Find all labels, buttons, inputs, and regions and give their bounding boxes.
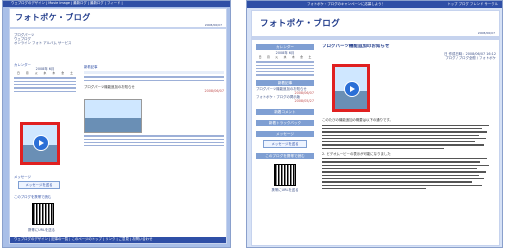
- right-post-title[interactable]: ブログパーツ機能追加のお知らせ: [322, 44, 496, 50]
- right-calendar-grid: 日 月 火 水 木 金 土: [256, 55, 314, 59]
- left-post-date: 2008/06/07: [204, 89, 224, 93]
- right-top-bar-campaign[interactable]: フォトポケ・ブログのキャンペーンに応募しよう！: [307, 2, 385, 6]
- left-video-thumbnail[interactable]: [20, 122, 60, 165]
- right-date-line: 2008/06/07: [477, 31, 495, 35]
- right-top-bar-links[interactable]: トップ ブログ フレンド サークル: [447, 2, 498, 6]
- left-screenshot: ウェブログのデザイン | Movie Image | 最新ログ | 最新ログ |…: [2, 0, 231, 248]
- right-message-head: メッセージ: [256, 130, 314, 137]
- day-header: 月: [25, 71, 29, 76]
- day-header: 水: [283, 55, 287, 60]
- left-message-head: メッセージ: [14, 175, 31, 179]
- left-side-links: ブログパーツ ウェブログ オンライン フォト アルバム サービス: [14, 33, 84, 46]
- left-post-image[interactable]: [84, 99, 142, 134]
- left-entries-lines: [84, 76, 224, 81]
- day-header: 金: [61, 71, 65, 76]
- right-post-paragraph-2: [322, 158, 496, 190]
- day-header: 水: [43, 71, 47, 76]
- left-qr-code: [32, 203, 54, 225]
- right-trackback-head: 新着トラックバック: [256, 119, 314, 126]
- left-message-button[interactable]: メッセージを送る: [18, 181, 60, 189]
- left-page: フォトポケ・ブログ 2008/06/07 ブログパーツ ウェブログ オンライン …: [9, 8, 227, 244]
- right-qr-code: [274, 163, 296, 186]
- day-header: 火: [34, 71, 38, 76]
- left-main-column: 新着記事 ブログパーツ機能追加のお知らせ 2008/06/07: [84, 65, 224, 148]
- day-header: 金: [300, 55, 303, 60]
- right-main-column: ブログパーツ機能追加のお知らせ 日 作成日時：2008/06/07 16:12 …: [322, 44, 496, 191]
- day-header: 日: [258, 55, 262, 60]
- right-calendar-head: カレンダー: [256, 44, 314, 50]
- right-mobile-head: このブログを携帯で読む: [256, 152, 314, 159]
- right-entry-date: 2008/05/27: [294, 99, 314, 104]
- left-top-bar-links[interactable]: ウェブログのデザイン | Movie Image | 最新ログ | 最新ログ |…: [3, 1, 230, 5]
- left-top-bar: ウェブログのデザイン | Movie Image | 最新ログ | 最新ログ |…: [3, 1, 230, 7]
- left-footer-links[interactable]: ウェブログのデザイン | 記事の一覧 | このページのトップ | リンク | ご…: [10, 237, 226, 241]
- left-mobile-head: このブログを携帯で読む: [14, 195, 52, 199]
- right-comments-head: 新着コメント: [256, 108, 314, 115]
- right-blog-title[interactable]: フォトポケ・ブログ: [260, 17, 340, 29]
- left-entries-head: 新着記事: [84, 65, 98, 69]
- left-footer: ウェブログのデザイン | 記事の一覧 | このページのトップ | リンク | ご…: [10, 237, 226, 243]
- play-icon[interactable]: [33, 135, 49, 151]
- left-calendar-grid: 日 月 火 水 木 金 土: [14, 71, 76, 75]
- right-sidebar: カレンダー 2008年 6月 日 月 火 水 木 金 土 新着記事 ブログパーツ…: [256, 44, 314, 192]
- right-post-intro: このたびの機能追加の概要は以下の通りです。: [322, 118, 393, 123]
- right-post-meta2[interactable]: ブログ / ブログ全般 / フォトポケ: [322, 56, 496, 60]
- left-message-button-label: メッセージを送る: [25, 183, 53, 187]
- left-mobile-link[interactable]: 携帯にURLを送る: [28, 228, 55, 232]
- left-post-lines: [84, 135, 224, 147]
- right-video-thumbnail[interactable]: [332, 64, 370, 113]
- left-calendar: カレンダー 2008年 6月 日 月 火 水 木 金 土: [14, 63, 76, 94]
- right-post-paragraph: [322, 124, 496, 149]
- day-header: 土: [70, 71, 73, 76]
- day-header: 月: [267, 55, 270, 60]
- right-mobile-link[interactable]: 携帯にURLを送る: [256, 188, 314, 192]
- day-header: 火: [275, 55, 279, 60]
- right-message-button[interactable]: メッセージを送る: [263, 139, 307, 148]
- right-message-button-label: メッセージを送る: [271, 141, 299, 146]
- right-screenshot: フォトポケ・ブログのキャンペーンに応募しよう！ トップ ブログ フレンド サーク…: [246, 0, 503, 248]
- right-page: フォトポケ・ブログ 2008/06/07 カレンダー 2008年 6月 日 月 …: [251, 10, 500, 246]
- right-entries-head: 新着記事: [256, 79, 314, 86]
- day-header: 土: [308, 55, 312, 60]
- left-side-link[interactable]: オンライン フォト アルバム サービス: [14, 41, 84, 45]
- left-blog-title[interactable]: フォトポケ・ブログ: [15, 12, 91, 23]
- day-header: 日: [17, 71, 20, 76]
- right-post-point: 2. ビデオムービーの表示が可能になりました: [322, 151, 391, 156]
- day-header: 木: [291, 55, 295, 60]
- day-header: 木: [52, 71, 56, 76]
- right-top-bar: フォトポケ・ブログのキャンペーンに応募しよう！ トップ ブログ フレンド サーク…: [247, 1, 502, 8]
- right-calendar-rows: [256, 61, 314, 76]
- left-calendar-rows: [14, 77, 76, 92]
